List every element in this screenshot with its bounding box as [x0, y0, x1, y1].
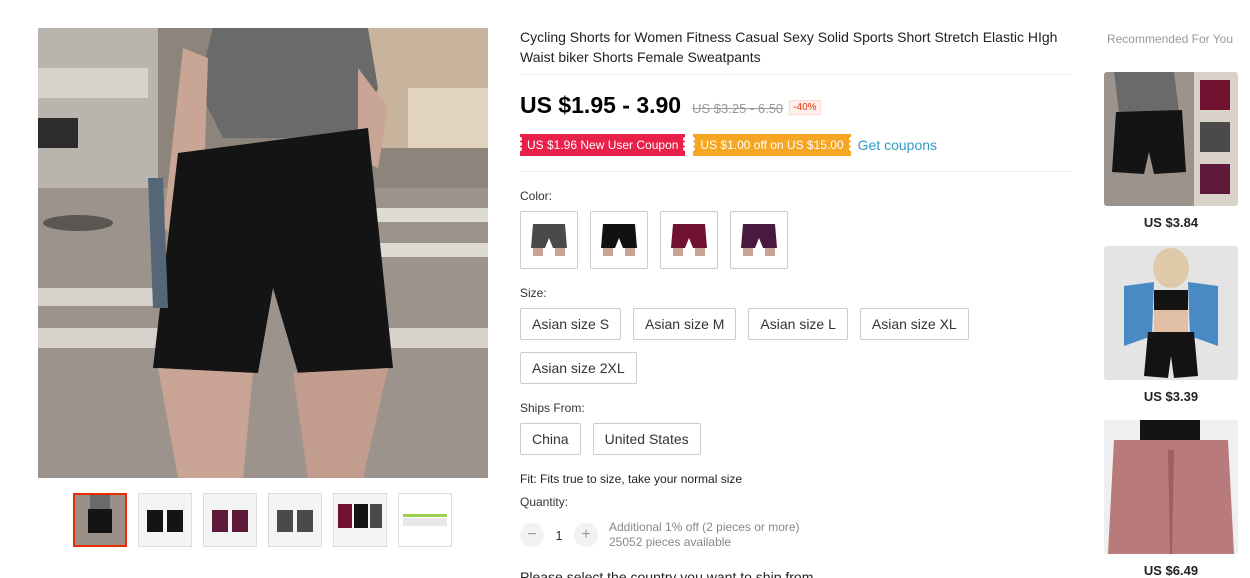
- size-option-m[interactable]: Asian size M: [633, 308, 737, 340]
- coupon-row: US $1.96 New User Coupon US $1.00 off on…: [517, 134, 937, 156]
- quantity-notes: Additional 1% off (2 pieces or more) 250…: [609, 520, 800, 550]
- size-option-2xl[interactable]: Asian size 2XL: [520, 352, 637, 384]
- recommended-item[interactable]: US $3.84: [1104, 72, 1238, 230]
- product-info: Cycling Shorts for Women Fitness Casual …: [520, 28, 1072, 67]
- size-label: Size:: [520, 286, 547, 300]
- quantity-stepper: − 1 + Additional 1% off (2 pieces or mor…: [520, 520, 800, 550]
- thumbnail-2[interactable]: [138, 493, 192, 547]
- size-option-xl[interactable]: Asian size XL: [859, 308, 969, 340]
- quantity-increase-button[interactable]: +: [574, 523, 598, 547]
- store-coupon[interactable]: US $1.00 off on US $15.00: [691, 134, 853, 156]
- ships-from-options: China United States: [520, 423, 701, 455]
- divider: [520, 74, 1072, 75]
- quantity-value[interactable]: 1: [544, 528, 574, 543]
- color-option-plum[interactable]: [730, 211, 788, 269]
- bulk-discount-note: Additional 1% off (2 pieces or more): [609, 520, 800, 534]
- recommended-item-price: US $6.49: [1143, 563, 1199, 578]
- current-price: US $1.95 - 3.90: [520, 92, 682, 118]
- recommended-item-image[interactable]: [1104, 72, 1238, 206]
- ship-country-prompt: Please select the country you want to sh…: [520, 569, 814, 578]
- recommended-title: Recommended For You: [1106, 32, 1234, 46]
- discount-badge: -40%: [789, 100, 821, 115]
- size-option-l[interactable]: Asian size L: [748, 308, 848, 340]
- recommended-item-price: US $3.39: [1143, 389, 1199, 404]
- fit-note: Fit: Fits true to size, take your normal…: [520, 472, 743, 486]
- recommended-item-price: US $3.84: [1143, 215, 1199, 230]
- recommended-item-image[interactable]: [1104, 420, 1238, 554]
- color-option-burgundy[interactable]: [660, 211, 718, 269]
- shorts-dark-gray-icon: [531, 224, 567, 256]
- get-coupons-link[interactable]: Get coupons: [858, 137, 937, 153]
- product-title: Cycling Shorts for Women Fitness Casual …: [520, 29, 1058, 65]
- ships-from-united-states[interactable]: United States: [592, 423, 701, 455]
- main-product-image[interactable]: [38, 28, 488, 478]
- thumbnail-5[interactable]: [333, 493, 387, 547]
- price-row: US $1.95 - 3.90 US $3.25 - 6.50 -40%: [520, 92, 821, 119]
- recommended-item-image[interactable]: [1104, 246, 1238, 380]
- thumbnail-1[interactable]: [73, 493, 127, 547]
- thumbnail-4[interactable]: [268, 493, 322, 547]
- ships-from-china[interactable]: China: [520, 423, 581, 455]
- color-option-dark-gray[interactable]: [520, 211, 578, 269]
- thumbnail-3[interactable]: [203, 493, 257, 547]
- color-option-black[interactable]: [590, 211, 648, 269]
- recommended-item[interactable]: US $6.49: [1104, 420, 1238, 578]
- ships-from-label: Ships From:: [520, 401, 585, 415]
- shorts-burgundy-icon: [671, 224, 707, 256]
- thumbnail-6-size-chart[interactable]: [398, 493, 452, 547]
- recommended-item[interactable]: US $3.39: [1104, 246, 1238, 404]
- original-price: US $3.25 - 6.50: [692, 101, 784, 116]
- divider: [520, 171, 1072, 172]
- quantity-decrease-button[interactable]: −: [520, 523, 544, 547]
- shorts-plum-icon: [741, 224, 777, 256]
- shorts-black-icon: [601, 224, 637, 256]
- color-options: [520, 211, 788, 269]
- stock-available-note: 25052 pieces available: [609, 535, 732, 549]
- quantity-label: Quantity:: [520, 495, 569, 509]
- size-options: Asian size S Asian size M Asian size L A…: [520, 308, 990, 384]
- size-option-s[interactable]: Asian size S: [520, 308, 622, 340]
- color-label: Color:: [520, 189, 553, 203]
- thumbnail-strip: [73, 493, 452, 547]
- new-user-coupon[interactable]: US $1.96 New User Coupon: [517, 134, 688, 156]
